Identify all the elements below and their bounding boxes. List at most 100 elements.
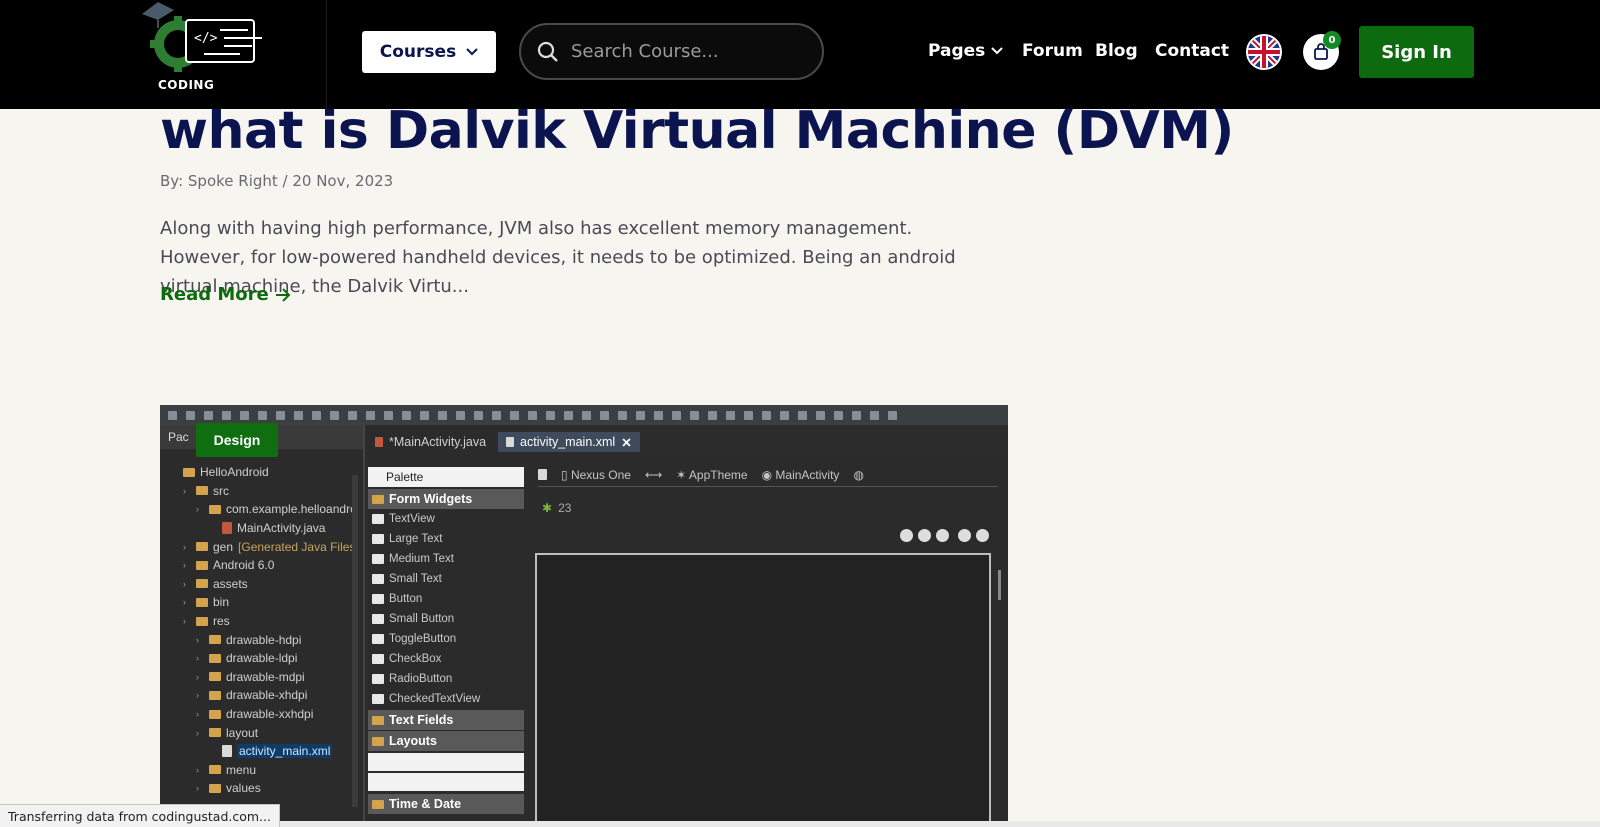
tree-scrollbar (352, 475, 358, 807)
folder-icon (209, 672, 221, 682)
tree-item: › res (183, 614, 230, 629)
folder-icon (196, 579, 208, 589)
widget-icon (372, 634, 384, 644)
site-header: </> CODING Courses Pages Forum Blog Cont… (0, 0, 1600, 109)
folder-icon (209, 728, 221, 738)
tree-item: MainActivity.java (160, 519, 365, 538)
palette-group-text-fields: Text Fields (368, 710, 524, 730)
tree-item-label: src (213, 483, 229, 498)
widget-icon (372, 554, 384, 564)
search-input[interactable] (571, 41, 811, 62)
post-featured-image[interactable]: Pac Design HelloAndroid › src › com.example.… (160, 405, 1008, 827)
tree-item-label: menu (226, 762, 257, 777)
read-more-link[interactable]: Read More (160, 284, 291, 305)
palette-widget-label: Medium Text (389, 553, 454, 565)
nav-pages[interactable]: Pages (928, 41, 1004, 61)
group-label: Time & Date (389, 797, 462, 811)
widget-icon (372, 534, 384, 544)
arrow-right-icon (275, 287, 291, 302)
palette-group-time-date: Time & Date (368, 794, 524, 814)
folder-icon (209, 783, 221, 793)
xml-file-icon (222, 745, 232, 758)
widget-icon (372, 614, 384, 624)
tree-item-label: Android 6.0 (213, 558, 275, 573)
tree-item-label: HelloAndroid (200, 465, 269, 480)
tree-item-label: res (213, 614, 230, 629)
tree-item: › src (183, 483, 229, 498)
widget-icon (372, 514, 384, 524)
uk-flag-icon[interactable] (1246, 34, 1282, 70)
post-meta: By: Spoke Right / 20 Nov, 2023 (160, 172, 394, 190)
tree-item-extra: [Generated Java Files] (238, 539, 359, 554)
folder-icon (209, 653, 221, 663)
globe-icon: ◍ (853, 467, 864, 482)
tree-item-label: values (226, 781, 261, 796)
palette-widget-label: TextView (389, 513, 435, 525)
group-label: Layouts (389, 734, 437, 748)
palette-widget: CheckBox (368, 649, 510, 669)
tree-item: › Android 6.0 (183, 558, 275, 573)
folder-icon (196, 542, 208, 552)
ide-toolbar (160, 405, 1008, 425)
folder-icon (196, 486, 208, 496)
tree-item-label: gen (213, 539, 234, 554)
tree-item: › gen [Generated Java Files] (183, 539, 359, 554)
site-logo[interactable]: </> CODING (140, 0, 270, 96)
group-label: Form Widgets (389, 492, 473, 506)
courses-label: Courses (379, 42, 457, 62)
java-file-icon (222, 522, 232, 535)
theme-selector: ✶ AppTheme (676, 467, 748, 482)
tree-item-label: MainActivity.java (237, 521, 326, 536)
nav-blog-label: Blog (1095, 41, 1138, 61)
tree-item-label: assets (213, 576, 248, 591)
tab-mainactivity-java: *MainActivity.java (367, 432, 494, 452)
palette-widget: Small Text (368, 569, 510, 589)
android-icon: ✱ (542, 501, 553, 515)
sign-in-button[interactable]: Sign In (1359, 26, 1474, 78)
palette-widget: ToggleButton (368, 629, 510, 649)
folder-icon (209, 504, 221, 514)
cart-count-badge: 0 (1323, 31, 1341, 49)
folder-icon (196, 616, 208, 626)
palette-dropdown: Palette (368, 467, 524, 487)
svg-text:</>: </> (194, 31, 218, 46)
folder-icon (209, 709, 221, 719)
widget-icon (372, 674, 384, 684)
courses-dropdown-button[interactable]: Courses (362, 31, 496, 73)
browser-status-bar: Transferring data from codingustad.com..… (0, 804, 280, 827)
nav-contact[interactable]: Contact (1155, 41, 1229, 61)
palette-group-layouts: Layouts (368, 731, 524, 751)
editor-tabs: *MainActivity.java activity_main.xml ✕ (367, 431, 640, 453)
tree-item: › drawable-ldpi (196, 651, 298, 666)
palette-blank-row (368, 753, 524, 771)
tree-item: › assets (183, 576, 248, 591)
tree-item: › drawable-mdpi (196, 669, 305, 684)
chevron-down-icon (466, 48, 478, 56)
tab-activity-main-xml: activity_main.xml ✕ (498, 432, 640, 452)
design-badge: Design (196, 423, 278, 457)
canvas-scrollbar (998, 570, 1001, 600)
palette-widget: Button (368, 589, 510, 609)
palette-widget-label: Small Button (389, 613, 455, 625)
tab-label: activity_main.xml (520, 435, 616, 449)
tree-item-label: drawable-xxhdpi (226, 707, 314, 722)
tree-item: › menu (196, 762, 257, 777)
nav-blog[interactable]: Blog (1095, 41, 1138, 61)
read-more-label: Read More (160, 284, 269, 305)
post-title[interactable]: what is Dalvik Virtual Machine (DVM) (160, 100, 1234, 162)
device-selector: ▯ Nexus One (561, 467, 631, 482)
palette-widget-label: Button (389, 593, 423, 605)
search-box (519, 23, 824, 80)
widget-icon (372, 654, 384, 664)
palette-widget-label: Small Text (389, 573, 442, 585)
nav-pages-label: Pages (928, 41, 986, 61)
folder-icon (196, 597, 208, 607)
tree-item-label: activity_main.xml (237, 744, 333, 759)
search-icon[interactable] (537, 41, 559, 63)
nav-forum[interactable]: Forum (1022, 41, 1083, 61)
logo-text: CODING (158, 78, 215, 92)
folder-icon (183, 467, 195, 477)
widget-icon (372, 694, 384, 704)
palette-widget-label: CheckBox (389, 653, 442, 665)
palette-widget: TextView (368, 509, 510, 529)
